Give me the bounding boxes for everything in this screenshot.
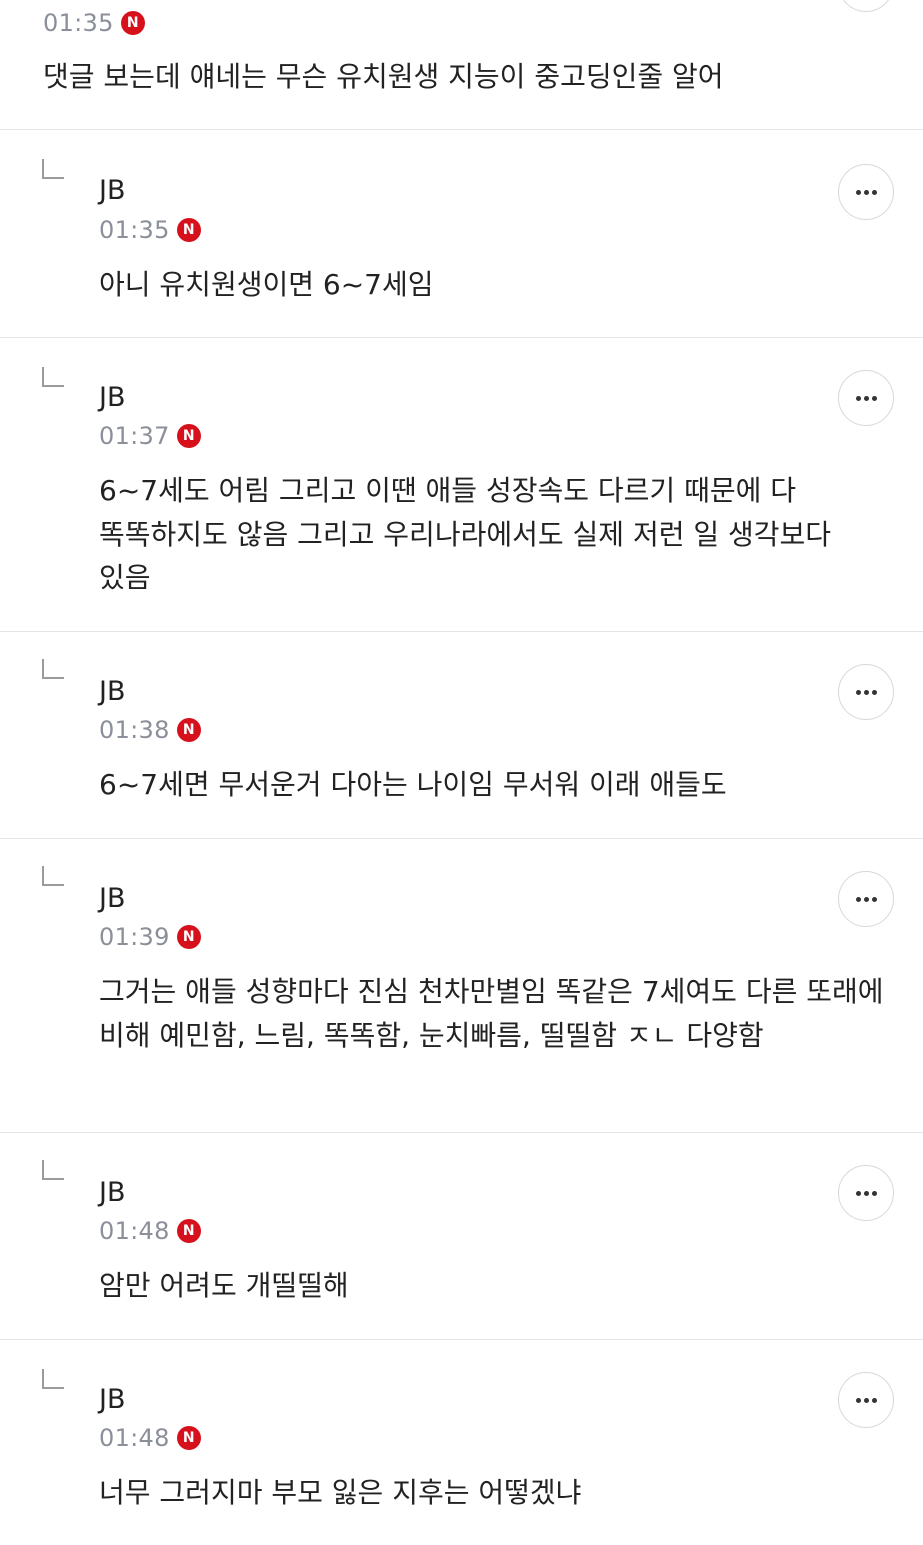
ellipsis-icon-dot [863,896,869,902]
comment-time: 01:39 [99,923,170,951]
reply-arrow-icon [42,1160,64,1180]
reply-item: JB 01:39 N 그거는 애들 성향마다 진심 천차만별임 똑같은 7세여도… [0,839,923,1132]
ellipsis-icon-dot [863,189,869,195]
more-options-button[interactable] [838,1165,894,1221]
new-badge-icon: N [176,1219,201,1243]
more-options-button[interactable] [838,164,894,220]
new-badge-icon: N [176,424,201,448]
comment-author[interactable]: JB [99,1177,126,1209]
comment-time: 01:37 [99,422,170,450]
reply-arrow-icon [42,367,64,387]
comment-text: 6~7세면 무서운거 다아는 나이임 무서워 이래 애들도 [99,768,727,801]
ellipsis-icon-dot [871,395,877,401]
comment-text: 아니 유치원생이면 6~7세임 [99,268,434,301]
ellipsis-icon [855,395,861,401]
new-badge-icon: N [176,718,201,742]
ellipsis-icon-dot [871,896,877,902]
comment-meta: 01:39 N [99,922,201,952]
reply-item: JB 01:37 N 6~7세도 어림 그리고 이땐 애들 성장속도 다르기 때… [0,338,923,631]
ellipsis-icon-dot [863,689,869,695]
ellipsis-icon [855,689,861,695]
new-badge-icon: N [176,218,201,242]
reply-arrow-icon [42,659,64,679]
comment-text: 6~7세도 어림 그리고 이땐 애들 성장속도 다르기 때문에 다 똑똑하지도 … [99,474,832,594]
more-options-button[interactable] [838,664,894,720]
comment-text: 그거는 애들 성향마다 진심 천차만별임 똑같은 7세여도 다른 또래에 비해 … [99,975,884,1052]
comment-meta: 01:35 N [99,215,201,245]
comment-text: 암만 어려도 개띨띨해 [99,1269,349,1302]
comment-time: 01:48 [99,1217,170,1245]
comment-author[interactable]: JB [99,1384,126,1416]
ellipsis-icon-dot [871,1190,877,1196]
comment-author[interactable]: JB [99,382,126,414]
new-badge-icon: N [176,925,201,949]
comment-meta: 01:35 N [43,8,145,38]
reply-item: JB 01:48 N 암만 어려도 개띨띨해 [0,1133,923,1339]
ellipsis-icon [855,189,861,195]
more-options-button[interactable] [838,0,894,12]
reply-item: JB 01:35 N 아니 유치원생이면 6~7세임 [0,130,923,337]
more-options-button[interactable] [838,1372,894,1428]
reply-arrow-icon [42,1369,64,1389]
new-badge-icon: N [176,1426,201,1450]
comment-author[interactable]: JB [99,175,126,207]
comment-time: 01:38 [99,716,170,744]
reply-item: JB 01:38 N 6~7세면 무서운거 다아는 나이임 무서워 이래 애들도 [0,632,923,838]
ellipsis-icon-dot [871,1397,877,1403]
more-options-button[interactable] [838,871,894,927]
new-badge-icon: N [120,11,145,35]
comment-time: 01:48 [99,1424,170,1452]
comment-meta: 01:48 N [99,1216,201,1246]
comment-text: 댓글 보는데 얘네는 무슨 유치원생 지능이 중고딩인줄 알어 [43,60,724,93]
comment-meta: 01:48 N [99,1423,201,1453]
reply-arrow-icon [42,866,64,886]
ellipsis-icon [855,896,861,902]
ellipsis-icon-dot [871,189,877,195]
comment-meta: 01:37 N [99,421,201,451]
comment-meta: 01:38 N [99,715,201,745]
comment-text: 너무 그러지마 부모 잃은 지후는 어떻겠냐 [99,1476,582,1509]
ellipsis-icon [855,1190,861,1196]
ellipsis-icon [855,1397,861,1403]
comment-time: 01:35 [99,216,170,244]
comment-author[interactable]: JB [99,676,126,708]
ellipsis-icon-dot [863,1190,869,1196]
comment-item: 01:35 N 댓글 보는데 얘네는 무슨 유치원생 지능이 중고딩인줄 알어 [0,0,923,130]
more-options-button[interactable] [838,370,894,426]
reply-item: JB 01:48 N 너무 그러지마 부모 잃은 지후는 어떻겠냐 [0,1340,923,1545]
comment-time: 01:35 [43,9,114,37]
reply-arrow-icon [42,159,64,179]
ellipsis-icon-dot [863,395,869,401]
ellipsis-icon-dot [871,689,877,695]
comment-author[interactable]: JB [99,883,126,915]
ellipsis-icon-dot [863,1397,869,1403]
